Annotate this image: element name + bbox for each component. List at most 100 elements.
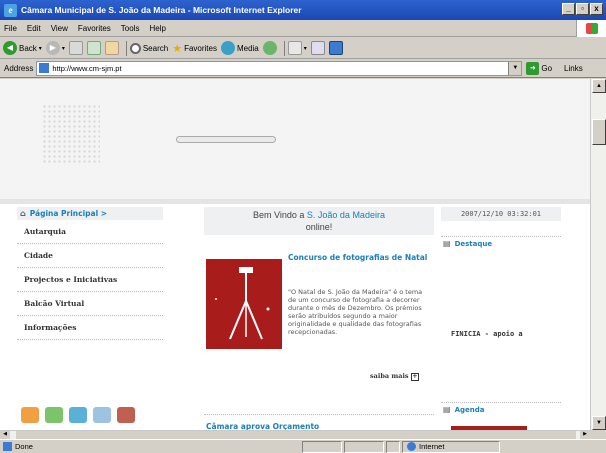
welcome-box: Bem Vindo a S. João da Madeira online! [204, 207, 434, 235]
status-bar: Done Internet [0, 439, 606, 453]
menu-tools[interactable]: Tools [116, 24, 145, 33]
horizontal-scrollbar[interactable]: ◀ ▶ [0, 430, 590, 439]
nav-item-autarquia[interactable]: Autarquia [17, 220, 163, 244]
minimize-button[interactable]: _ [562, 3, 575, 15]
zone-label: Internet [419, 442, 445, 451]
mail-dropdown-icon[interactable]: ▾ [304, 45, 307, 52]
internet-globe-icon [407, 442, 416, 451]
mail-icon [287, 41, 302, 55]
date-time-display: 2007/12/10 03:32:01 [441, 207, 561, 221]
search-icon [129, 42, 141, 54]
news-divider [204, 414, 434, 415]
menu-file[interactable]: File [0, 24, 22, 33]
welcome-city[interactable]: S. João da Madeira [307, 210, 385, 220]
home-button[interactable] [104, 41, 119, 55]
menu-edit[interactable]: Edit [22, 24, 46, 33]
edit-page-button[interactable] [328, 41, 343, 55]
quick-link-person-icon[interactable] [69, 407, 87, 423]
destaque-header: ▤ Destaque [441, 236, 561, 250]
favorites-button[interactable]: ★ Favorites [172, 42, 217, 55]
search-button[interactable]: Search [129, 42, 169, 54]
destaque-item-finicia[interactable]: FINICIA - apoio a [451, 330, 523, 338]
go-arrow-icon: ➜ [526, 61, 540, 75]
home-icon: ⌂ [20, 209, 26, 218]
star-icon: ★ [172, 42, 183, 55]
quick-link-orange-icon[interactable] [21, 407, 39, 423]
header-banner [0, 79, 590, 199]
title-bar: e Câmara Municipal de S. João da Madeira… [0, 0, 606, 20]
go-label: Go [541, 63, 553, 73]
plus-icon: + [410, 373, 419, 381]
book-icon: ▤ [443, 239, 451, 248]
forward-arrow-icon: ▶ [45, 41, 60, 55]
status-text: Done [15, 442, 33, 451]
banner-divider [0, 199, 590, 204]
nav-home-link[interactable]: ⌂ Página Principal > [17, 207, 163, 220]
address-input[interactable]: http://www.cm-sjm.pt ▼ [36, 60, 523, 76]
back-button[interactable]: ◀ Back ▾ [3, 41, 42, 55]
maximize-button[interactable]: ▫ [576, 3, 589, 15]
links-button[interactable]: Links [564, 64, 583, 73]
horizontal-scroll-thumb[interactable] [16, 431, 576, 439]
quick-link-red-icon[interactable] [117, 407, 135, 423]
status-cell [386, 440, 400, 453]
address-url[interactable]: http://www.cm-sjm.pt [52, 64, 121, 73]
menu-view[interactable]: View [46, 24, 73, 33]
scroll-right-icon[interactable]: ▶ [580, 431, 590, 439]
vertical-scrollbar[interactable]: ▲ ▼ [590, 79, 606, 430]
scroll-left-icon[interactable]: ◀ [0, 431, 10, 439]
menu-help[interactable]: Help [144, 24, 170, 33]
window-controls: _ ▫ x [562, 3, 603, 15]
quick-link-blue-icon[interactable] [93, 407, 111, 423]
scroll-up-icon[interactable]: ▲ [592, 79, 606, 93]
media-icon [220, 41, 235, 55]
toolbar-separator [125, 40, 127, 56]
search-label: Search [142, 43, 169, 53]
window-title: Câmara Municipal de S. João da Madeira -… [21, 5, 302, 15]
close-button[interactable]: x [590, 3, 603, 15]
print-icon [310, 41, 325, 55]
page-done-icon [3, 442, 12, 451]
print-button[interactable] [310, 41, 325, 55]
back-dropdown-icon[interactable]: ▾ [39, 45, 42, 52]
history-button[interactable] [262, 41, 277, 55]
home-icon [104, 41, 119, 55]
windows-logo-icon [576, 20, 606, 37]
scroll-down-icon[interactable]: ▼ [592, 416, 606, 430]
edit-icon [328, 41, 343, 55]
nav-item-informacoes[interactable]: Informações [17, 316, 163, 340]
nav-item-cidade[interactable]: Cidade [17, 244, 163, 268]
news-photo-tripod[interactable] [206, 259, 282, 349]
left-navigation: ⌂ Página Principal > Autarquia Cidade Pr… [17, 207, 163, 340]
favorites-label: Favorites [184, 43, 217, 53]
forward-button[interactable]: ▶ ▾ [45, 41, 65, 55]
media-button[interactable]: Media [220, 41, 259, 55]
read-more-link[interactable]: saiba mais + [370, 372, 419, 381]
back-arrow-icon: ◀ [3, 41, 17, 55]
page-viewport: ⌂ Página Principal > Autarquia Cidade Pr… [0, 79, 590, 430]
nav-item-balcao-virtual[interactable]: Balcão Virtual [17, 292, 163, 316]
nav-item-projectos[interactable]: Projectos e Iniciativas [17, 268, 163, 292]
address-bar: Address http://www.cm-sjm.pt ▼ ➜ Go Link… [0, 59, 606, 78]
refresh-icon [86, 41, 101, 55]
page-icon [39, 63, 50, 73]
address-dropdown-icon[interactable]: ▼ [508, 61, 522, 75]
vertical-scroll-thumb[interactable] [592, 119, 606, 145]
history-icon [262, 41, 277, 55]
stop-button[interactable] [68, 41, 83, 55]
security-zone: Internet [402, 440, 500, 453]
stop-icon [68, 41, 83, 55]
status-done: Done [0, 442, 300, 451]
mail-button[interactable]: ▾ [287, 41, 307, 55]
agenda-book-icon: ▤ [443, 405, 451, 414]
news-title-concurso[interactable]: Concurso de fotografias de Natal [288, 253, 428, 262]
forward-dropdown-icon[interactable]: ▾ [62, 45, 65, 52]
menu-favorites[interactable]: Favorites [73, 24, 116, 33]
refresh-button[interactable] [86, 41, 101, 55]
status-cell [302, 440, 342, 453]
go-button[interactable]: ➜ Go [526, 61, 553, 75]
quick-link-green-icon[interactable] [45, 407, 63, 423]
agenda-title: Agenda [454, 405, 485, 414]
tripod-image [206, 259, 282, 349]
news-title-orcamento[interactable]: Câmara aprova Orçamento [206, 422, 319, 430]
